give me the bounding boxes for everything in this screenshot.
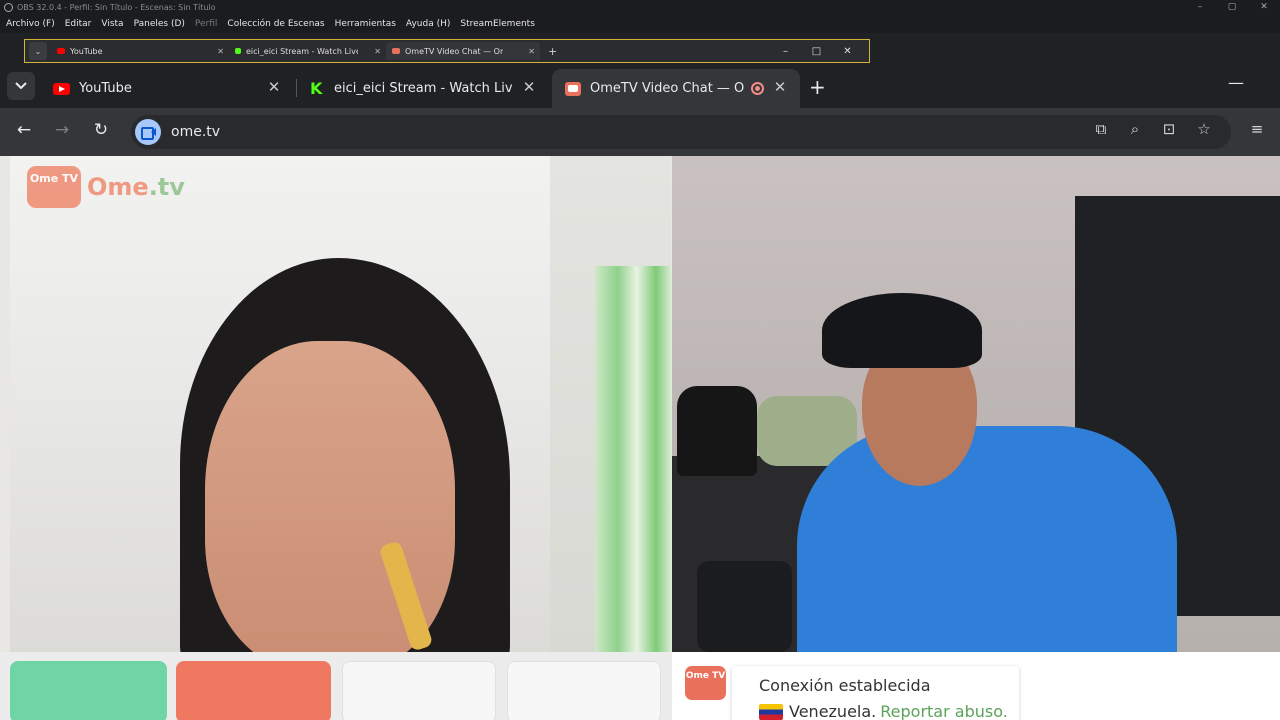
translate-icon[interactable]: ⧉ (1090, 120, 1112, 138)
menu-coleccion-escenas[interactable]: Colección de Escenas (227, 19, 324, 29)
mini-tab-label: OmeTV Video Chat — Ome (405, 46, 503, 56)
mini-tab-ometv[interactable]: OmeTV Video Chat — Ome ✕ (386, 42, 540, 60)
connection-status: Conexión establecida (759, 676, 931, 695)
obs-window-controls: – ▢ ✕ (1184, 0, 1280, 15)
mini-close-icon[interactable]: ✕ (528, 47, 535, 56)
mini-close-icon[interactable]: ✕ (374, 47, 381, 56)
obs-restore-button[interactable]: ▢ (1216, 0, 1248, 15)
youtube-icon (53, 82, 70, 95)
obs-logo-icon (4, 3, 13, 12)
person-shirt (797, 426, 1177, 652)
menu-herramientas[interactable]: Herramientas (335, 19, 396, 29)
mini-tab-kick[interactable]: eici_eici Stream - Watch Live on ✕ (229, 42, 386, 60)
ometv-logo: Ome TV Ome.tv (27, 166, 185, 208)
menu-perfil[interactable]: Perfil (195, 19, 218, 29)
reload-icon[interactable]: ↻ (89, 120, 113, 140)
ometv-controls: Ome TV Conexión establecida Venezuela. R… (0, 652, 1280, 720)
partner-country: Venezuela. (789, 702, 877, 720)
back-arrow-icon[interactable]: ← (12, 120, 36, 140)
menu-paneles[interactable]: Paneles (D) (134, 19, 185, 29)
gender-button[interactable] (507, 661, 661, 720)
ometv-icon (565, 81, 581, 96)
menu-vista[interactable]: Vista (101, 19, 123, 29)
mini-kick-icon (235, 48, 241, 54)
chevron-down-icon (15, 82, 27, 90)
tab-close-icon[interactable]: ✕ (770, 78, 790, 96)
local-camera-video[interactable]: Ome TV Ome.tv (10, 156, 671, 652)
obs-title-bar: OBS 32.0.4 - Perfil: Sin Título - Escena… (0, 0, 1280, 15)
obs-close-button[interactable]: ✕ (1248, 0, 1280, 15)
person-cap (822, 293, 982, 368)
ometv-avatar-icon: Ome TV (685, 666, 726, 700)
tab-label: YouTube (79, 81, 132, 96)
browser-toolbar: ← → ↻ ome.tv ⧉ ⌕ ⊡ ☆ ≡ (0, 108, 1280, 156)
video-area: Ome TV Ome.tv (0, 156, 1280, 652)
address-bar[interactable]: ome.tv (131, 115, 1231, 149)
obs-minimize-button[interactable]: – (1184, 0, 1216, 15)
tab-label: OmeTV Video Chat — Ome (590, 81, 745, 96)
mini-browser-frame: ⌄ YouTube ✕ eici_eici Stream - Watch Liv… (24, 39, 870, 63)
mini-new-tab-button[interactable]: + (548, 45, 557, 58)
tab-youtube[interactable]: YouTube ✕ (40, 69, 294, 108)
url-text[interactable]: ome.tv (171, 124, 220, 140)
reading-list-icon[interactable]: ≡ (1246, 120, 1268, 138)
ometv-logo-word: Ome.tv (87, 173, 185, 201)
report-abuse-link[interactable]: Reportar abuso. (880, 702, 1008, 720)
chat-panel: Ome TV Conexión establecida Venezuela. R… (672, 652, 1280, 720)
country-button[interactable] (342, 661, 496, 720)
menu-ayuda[interactable]: Ayuda (H) (406, 19, 450, 29)
bookmark-star-icon[interactable]: ☆ (1193, 120, 1215, 138)
system-message: Conexión establecida Venezuela. Reportar… (732, 666, 1019, 720)
remote-camera-video[interactable] (672, 156, 1280, 652)
mini-youtube-icon (57, 48, 65, 54)
mini-tab-label: YouTube (70, 46, 103, 56)
stop-button[interactable] (176, 661, 331, 720)
venezuela-flag-icon (759, 703, 783, 720)
forward-arrow-icon[interactable]: → (50, 120, 74, 140)
menu-archivo[interactable]: Archivo (F) (6, 19, 55, 29)
mini-tab-label: eici_eici Stream - Watch Live on (246, 46, 358, 56)
browser-tab-bar: YouTube ✕ K eici_eici Stream - Watch Liv… (0, 63, 1280, 108)
site-info-video-icon[interactable] (135, 119, 161, 145)
mini-close-icon[interactable]: ✕ (217, 47, 224, 56)
tab-close-icon[interactable]: ✕ (519, 78, 539, 96)
install-app-icon[interactable]: ⊡ (1158, 120, 1180, 138)
mini-tab-search-chevron-icon[interactable]: ⌄ (29, 42, 47, 60)
mini-close-button[interactable]: ✕ (832, 46, 863, 57)
mini-ometv-icon (392, 48, 400, 54)
tab-search-button[interactable] (7, 72, 35, 100)
obs-window-title: OBS 32.0.4 - Perfil: Sin Título - Escena… (17, 3, 216, 12)
kick-icon: K (310, 79, 323, 98)
menu-editar[interactable]: Editar (65, 19, 92, 29)
mini-window-controls: – □ ✕ (770, 46, 863, 57)
mini-browser-strip: ⌄ YouTube ✕ eici_eici Stream - Watch Liv… (0, 33, 1280, 63)
backpack (677, 386, 757, 476)
new-tab-button[interactable]: + (809, 75, 826, 99)
tab-label: eici_eici Stream - Watch Live on (334, 81, 512, 96)
start-button[interactable] (10, 661, 167, 720)
obs-menu-bar: Archivo (F) Editar Vista Paneles (D) Per… (0, 15, 1280, 33)
tab-close-icon[interactable]: ✕ (264, 78, 284, 96)
ometv-logo-tv-icon: Ome TV (27, 166, 81, 208)
mini-maximize-button[interactable]: □ (801, 46, 832, 57)
menu-streamelements[interactable]: StreamElements (460, 19, 535, 29)
green-curtain (595, 266, 671, 652)
zoom-icon[interactable]: ⌕ (1124, 120, 1146, 138)
tab-ometv[interactable]: OmeTV Video Chat — Ome ✕ (552, 69, 800, 108)
mini-tab-youtube[interactable]: YouTube ✕ (51, 42, 229, 60)
mini-minimize-button[interactable]: – (770, 46, 801, 57)
minimize-button[interactable]: — (1228, 73, 1244, 92)
recording-icon (751, 82, 764, 95)
tab-kick-stream[interactable]: K eici_eici Stream - Watch Live on ✕ (297, 69, 549, 108)
phone (697, 561, 792, 652)
